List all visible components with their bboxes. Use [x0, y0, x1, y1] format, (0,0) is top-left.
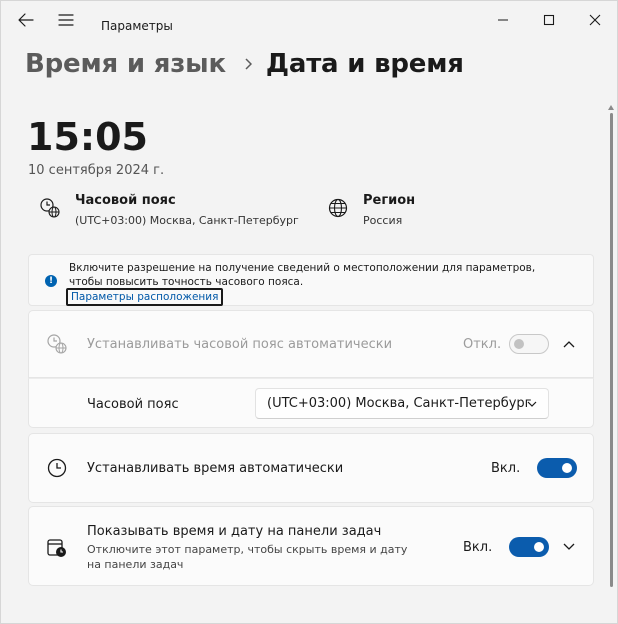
arrow-left-icon [18, 13, 34, 27]
timezone-select-label: Часовой пояс [87, 397, 179, 412]
timezone-dropdown[interactable]: (UTC+03:00) Москва, Санкт-Петербург [255, 388, 549, 419]
timezone-dropdown-value: (UTC+03:00) Москва, Санкт-Петербург [267, 396, 532, 411]
clock-globe-icon [47, 334, 67, 354]
auto-timezone-state: Откл. [463, 337, 502, 352]
timezone-info-value: (UTC+03:00) Москва, Санкт-Петербург [75, 214, 299, 227]
timezone-select-row: Часовой пояс (UTC+03:00) Москва, Санкт-П… [28, 378, 594, 428]
timezone-info: Часовой пояс (UTC+03:00) Москва, Санкт-П… [39, 193, 299, 227]
taskbar-datetime-toggle[interactable] [509, 537, 549, 557]
auto-time-toggle[interactable] [537, 458, 577, 478]
chevron-right-icon [244, 58, 252, 70]
close-icon [589, 14, 601, 26]
back-button[interactable] [10, 9, 42, 31]
calendar-clock-icon [47, 539, 66, 557]
app-title: Параметры [101, 19, 173, 33]
maximize-icon [543, 14, 555, 26]
taskbar-datetime-setting[interactable]: Показывать время и дату на панели задач … [28, 506, 594, 586]
auto-time-label: Устанавливать время автоматически [87, 461, 344, 476]
current-date: 10 сентября 2024 г. [28, 163, 165, 178]
taskbar-datetime-label: Показывать время и дату на панели задач [87, 524, 382, 539]
scrollbar-thumb[interactable] [610, 113, 613, 587]
scroll-up-arrow-icon[interactable] [607, 97, 615, 110]
taskbar-datetime-description: Отключите этот параметр, чтобы скрыть вр… [87, 543, 408, 571]
location-notice: ! Включите разрешение на получение сведе… [28, 254, 594, 306]
info-icon: ! [45, 275, 57, 287]
globe-icon [328, 198, 348, 218]
region-info: Регион Россия [327, 193, 415, 227]
page-title: Дата и время [265, 49, 464, 79]
auto-time-state: Вкл. [491, 461, 521, 476]
hamburger-icon [58, 14, 74, 26]
chevron-up-icon[interactable] [561, 336, 577, 352]
auto-timezone-label: Устанавливать часовой пояс автоматически [87, 337, 393, 352]
close-button[interactable] [579, 9, 611, 31]
title-bar: Параметры [1, 1, 618, 47]
clock-globe-icon [40, 198, 60, 218]
notice-text: Включите разрешение на получение сведени… [69, 262, 536, 288]
minimize-button[interactable] [487, 9, 519, 31]
taskbar-datetime-state: Вкл. [463, 540, 493, 555]
auto-timezone-setting[interactable]: Устанавливать часовой пояс автоматически… [28, 310, 594, 378]
breadcrumb: Время и язык Дата и время [25, 49, 464, 79]
timezone-info-title: Часовой пояс [75, 193, 176, 208]
chevron-down-icon [527, 401, 537, 407]
current-time: 15:05 [27, 115, 148, 159]
navigation-menu-button[interactable] [50, 9, 82, 31]
maximize-button[interactable] [533, 9, 565, 31]
location-settings-link[interactable]: Параметры расположения [66, 288, 224, 306]
auto-time-setting[interactable]: Устанавливать время автоматически Вкл. [28, 433, 594, 503]
region-info-title: Регион [363, 193, 416, 208]
region-info-value: Россия [363, 214, 403, 227]
breadcrumb-parent-link[interactable]: Время и язык [25, 49, 226, 79]
chevron-down-icon[interactable] [561, 539, 577, 555]
minimize-icon [498, 19, 508, 21]
auto-timezone-toggle[interactable] [509, 334, 549, 354]
clock-icon [47, 458, 67, 478]
